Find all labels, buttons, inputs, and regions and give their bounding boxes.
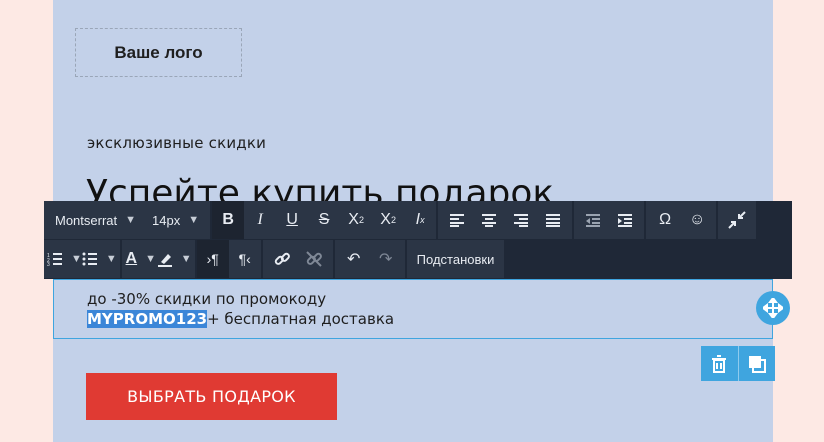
font-size-value: 14px — [152, 212, 181, 228]
promo-line-1[interactable]: до -30% скидки по промокоду — [87, 290, 326, 308]
text-color-icon[interactable]: A ▼ — [125, 240, 157, 278]
promo-line-2[interactable]: MYPROMO123+ бесплатная доставка — [87, 310, 394, 328]
logo-text: Ваше лого — [114, 42, 203, 62]
unlink-icon[interactable] — [298, 240, 330, 278]
underline-icon[interactable]: U — [276, 201, 308, 239]
italic-icon[interactable]: I — [244, 201, 276, 239]
special-char-icon[interactable]: Ω — [649, 201, 681, 239]
unordered-list-icon[interactable]: ▼ — [82, 240, 117, 278]
trash-icon[interactable] — [701, 346, 738, 381]
collapse-icon[interactable] — [721, 201, 753, 239]
rtl-icon[interactable]: ¶‹ — [229, 240, 261, 278]
chevron-down-icon: ▼ — [180, 253, 192, 265]
format-group: B I U S X2 X2 Ix — [212, 201, 437, 239]
align-group — [438, 201, 573, 239]
history-group: ↶ ↷ — [334, 240, 405, 278]
logo-placeholder[interactable]: Ваше лого — [75, 28, 242, 77]
superscript-icon[interactable]: X2 — [340, 201, 372, 239]
link-icon[interactable] — [266, 240, 298, 278]
headline-text: Успейте купить подарок — [86, 173, 555, 202]
selected-text-block[interactable] — [53, 279, 773, 339]
font-group: Montserrat ▼ 14px ▼ — [44, 201, 211, 239]
link-group — [262, 240, 333, 278]
toolbar-row-1: Montserrat ▼ 14px ▼ B I U S X2 X2 Ix Ω ☺ — [44, 201, 758, 239]
toolbar-row-2: 1 2 3 ▼ ▼ A ▼ ▼ ›¶ ¶‹ ↶ ↷ Подстановки — [44, 240, 505, 278]
ltr-icon[interactable]: ›¶ — [196, 240, 229, 278]
strikethrough-icon[interactable]: S — [308, 201, 340, 239]
indent-icon[interactable] — [609, 201, 641, 239]
substitutions-button[interactable]: Подстановки — [406, 240, 505, 278]
duplicate-icon[interactable] — [737, 346, 776, 381]
promo-code-selected[interactable]: MYPROMO123 — [87, 310, 208, 328]
text-editor-toolbar: Montserrat ▼ 14px ▼ B I U S X2 X2 Ix Ω ☺ — [44, 201, 792, 279]
outdent-icon[interactable] — [577, 201, 609, 239]
list-group: 1 2 3 ▼ ▼ — [44, 240, 120, 278]
insert-group: Ω ☺ — [646, 201, 717, 239]
undo-icon[interactable]: ↶ — [338, 240, 370, 278]
view-group — [718, 201, 757, 239]
direction-group: ›¶ ¶‹ — [196, 240, 261, 278]
color-group: A ▼ ▼ — [121, 240, 195, 278]
clear-format-icon[interactable]: Ix — [404, 201, 436, 239]
promo-line-2-rest: + бесплатная доставка — [207, 310, 395, 328]
font-family-value: Montserrat — [55, 212, 118, 228]
chevron-down-icon: ▼ — [188, 214, 200, 226]
align-justify-icon[interactable] — [537, 201, 569, 239]
redo-icon[interactable]: ↷ — [370, 240, 402, 278]
subtitle-text: эксклюзивные скидки — [87, 134, 267, 152]
bold-icon[interactable]: B — [212, 201, 245, 239]
font-size-select[interactable]: 14px ▼ — [144, 201, 207, 239]
font-family-select[interactable]: Montserrat ▼ — [47, 201, 144, 239]
highlight-color-icon[interactable]: ▼ — [157, 240, 192, 278]
indent-group — [574, 201, 645, 239]
chevron-down-icon: ▼ — [125, 214, 137, 226]
ordered-list-icon[interactable]: 1 2 3 ▼ — [47, 240, 82, 278]
select-gift-button[interactable]: ВЫБРАТЬ ПОДАРОК — [86, 373, 337, 420]
chevron-down-icon: ▼ — [71, 253, 82, 265]
align-center-icon[interactable] — [473, 201, 505, 239]
chevron-down-icon: ▼ — [145, 253, 156, 265]
subscript-icon[interactable]: X2 — [372, 201, 404, 239]
align-left-icon[interactable] — [441, 201, 473, 239]
move-icon[interactable] — [756, 291, 790, 325]
chevron-down-icon: ▼ — [105, 253, 117, 265]
align-right-icon[interactable] — [505, 201, 537, 239]
block-actions — [701, 346, 775, 381]
svg-text:3: 3 — [47, 262, 50, 266]
emoji-icon[interactable]: ☺ — [681, 201, 713, 239]
